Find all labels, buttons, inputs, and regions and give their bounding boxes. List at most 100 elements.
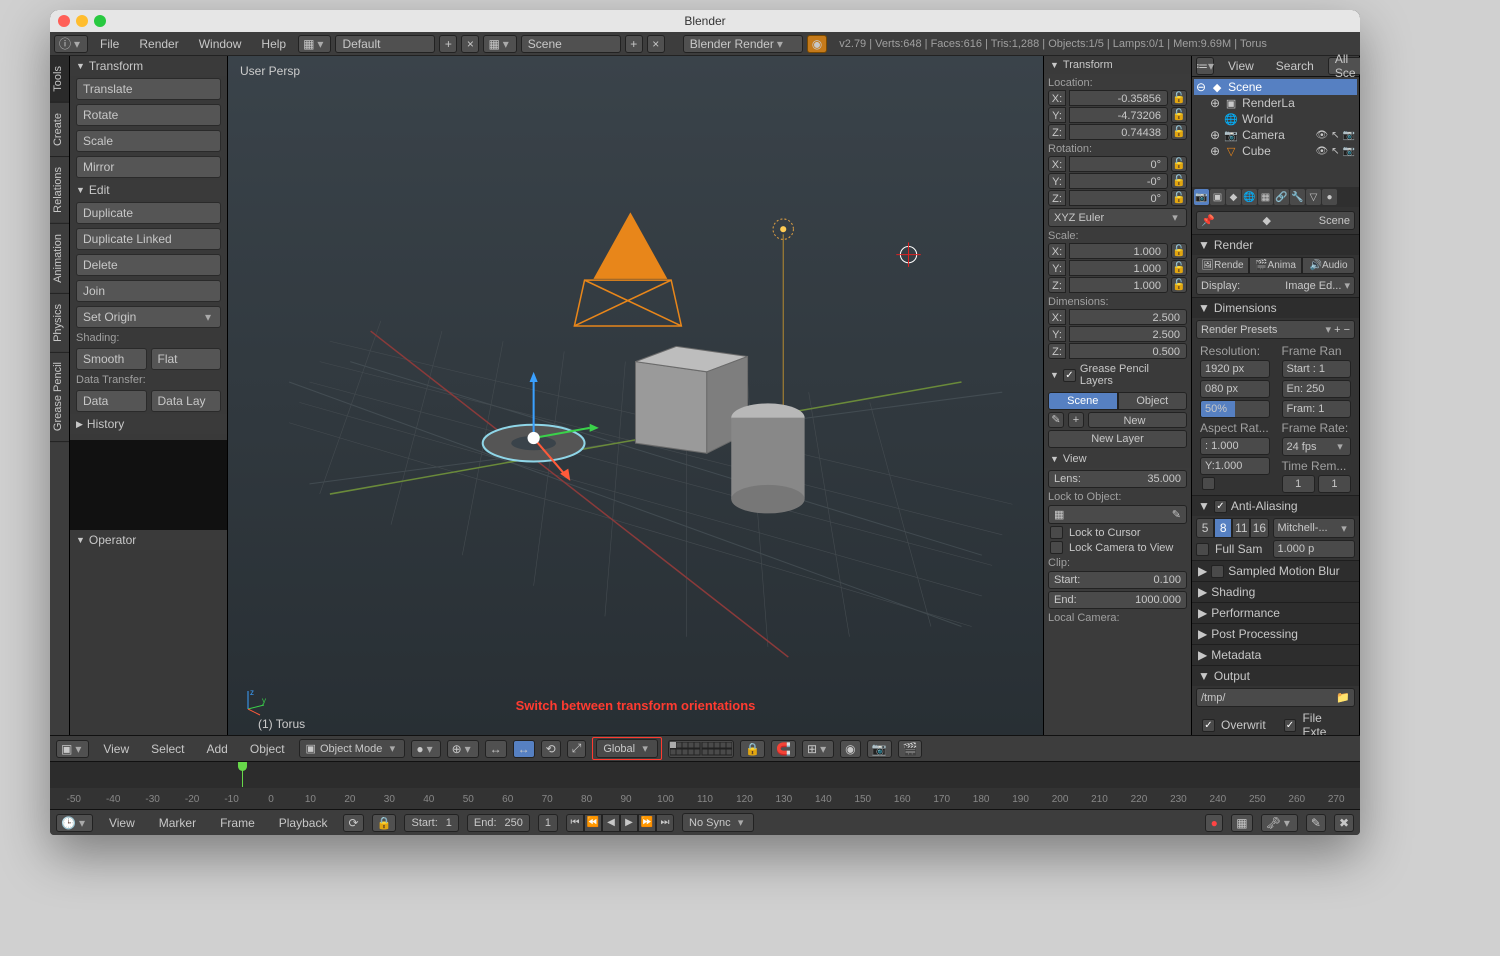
aa-5-button[interactable]: 5 — [1196, 518, 1214, 538]
section-performance[interactable]: ▶Performance — [1192, 602, 1359, 623]
tab-scene-icon[interactable]: ◆ — [1226, 189, 1241, 205]
translate-manipulator-icon[interactable]: ↔ — [513, 740, 535, 758]
view3d-add-menu[interactable]: Add — [199, 742, 236, 756]
section-dimensions[interactable]: ▼Dimensions — [1192, 297, 1359, 318]
aa-checkbox[interactable]: ✓ — [1214, 500, 1227, 513]
lock-icon[interactable]: 🔓 — [1171, 173, 1187, 189]
translate-button[interactable]: Translate — [76, 78, 221, 100]
keying-set-icon[interactable]: ▦ — [1231, 814, 1252, 832]
clip-end-field[interactable]: End:1000.000 — [1048, 591, 1187, 609]
rotation-mode-selector[interactable]: XYZ Euler▾ — [1048, 208, 1187, 227]
outliner-row-camera[interactable]: ⊕📷Camera👁↖📷 — [1194, 127, 1357, 143]
outliner-row-world[interactable]: 🌐World — [1194, 111, 1357, 127]
timeremap-old-field[interactable]: 1 — [1282, 475, 1315, 493]
keyframe-next-icon[interactable]: ⏩ — [638, 814, 656, 832]
pencil-icon[interactable]: ✎ — [1048, 412, 1064, 428]
sync-mode-selector[interactable]: No Sync▾ — [682, 813, 754, 832]
scene-delete-icon[interactable]: × — [647, 35, 665, 53]
auto-key-toggle-icon[interactable]: ● — [1205, 814, 1223, 832]
opengl-animation-icon[interactable]: 🎬 — [898, 740, 923, 758]
tab-renderlayers-icon[interactable]: ▣ — [1210, 189, 1225, 205]
cursor-icon[interactable]: ↖ — [1331, 130, 1339, 141]
frame-end-field[interactable]: End:250 — [467, 814, 530, 832]
tab-modifiers-icon[interactable]: 🔧 — [1290, 189, 1305, 205]
pivot-selector[interactable]: ⊕▾ — [447, 740, 479, 758]
full-sample-checkbox[interactable] — [1196, 543, 1209, 556]
animation-button[interactable]: 🎬Anima — [1249, 257, 1302, 274]
timeline-editor[interactable]: -50-40-30-20-100102030405060708090100110… — [50, 761, 1360, 809]
outliner-row-scene[interactable]: ⊖◆Scene — [1194, 79, 1357, 95]
lock-icon[interactable]: 🔓 — [1171, 260, 1187, 276]
render-icon[interactable]: 📷 — [1343, 130, 1355, 141]
scale-button[interactable]: Scale — [76, 130, 221, 152]
aa-8-button[interactable]: 8 — [1214, 518, 1232, 538]
layout-delete-icon[interactable]: × — [461, 35, 479, 53]
keying-set-selector[interactable]: 🗝▾ — [1261, 814, 1298, 832]
jump-end-icon[interactable]: ⏭ — [656, 814, 674, 832]
tab-object-icon[interactable]: ▦ — [1258, 189, 1273, 205]
loc-z-field[interactable]: 0.74438 — [1069, 124, 1168, 140]
res-x-field[interactable]: 1920 px — [1200, 360, 1270, 378]
lock-range-icon[interactable]: 🔒 — [372, 814, 397, 832]
cursor-icon[interactable]: ↖ — [1331, 146, 1339, 157]
lock-icon[interactable]: 🔓 — [1171, 124, 1187, 140]
section-shading[interactable]: ▶Shading — [1192, 581, 1359, 602]
duplicate-button[interactable]: Duplicate — [76, 202, 221, 224]
tab-material-icon[interactable]: ● — [1322, 189, 1337, 205]
layout-add-icon[interactable]: + — [439, 35, 457, 53]
lock-layers-icon[interactable]: 🔒 — [740, 740, 765, 758]
section-mblur[interactable]: ▶Sampled Motion Blur — [1192, 560, 1359, 581]
tab-render-icon[interactable]: 📷 — [1194, 189, 1209, 205]
pixel-filter-field[interactable]: 1.000 p — [1273, 540, 1356, 558]
loc-x-field[interactable]: -0.35856 — [1069, 90, 1168, 106]
gp-new-button[interactable]: New — [1088, 412, 1187, 428]
rot-x-field[interactable]: 0° — [1069, 156, 1168, 172]
vtab-relations[interactable]: Relations — [50, 157, 69, 224]
data-button[interactable]: Data — [76, 390, 147, 412]
add-icon[interactable]: + — [1068, 412, 1084, 428]
tab-data-icon[interactable]: ▽ — [1306, 189, 1321, 205]
tl-view-menu[interactable]: View — [101, 816, 143, 830]
eye-icon[interactable]: 👁 — [1315, 130, 1328, 141]
aa-16-button[interactable]: 16 — [1250, 518, 1268, 538]
frame-start-field[interactable]: Start:1 — [404, 814, 458, 832]
outliner-row-cube[interactable]: ⊕▽Cube👁↖📷 — [1194, 143, 1357, 159]
mblur-checkbox[interactable] — [1211, 565, 1224, 578]
pin-icon[interactable]: 📌 — [1201, 214, 1215, 227]
lock-icon[interactable]: 🔓 — [1171, 90, 1187, 106]
eye-icon[interactable]: 👁 — [1315, 146, 1328, 157]
rot-z-field[interactable]: 0° — [1069, 190, 1168, 206]
menu-window[interactable]: Window — [191, 37, 250, 51]
scene-field[interactable]: Scene — [521, 35, 621, 53]
transform-orientation-selector[interactable]: Global▾ — [596, 739, 658, 758]
rotate-button[interactable]: Rotate — [76, 104, 221, 126]
tl-frame-menu[interactable]: Frame — [212, 816, 263, 830]
scale-x-field[interactable]: 1.000 — [1069, 243, 1168, 259]
section-metadata[interactable]: ▶Metadata — [1192, 644, 1359, 665]
panel-edit[interactable]: ▼Edit — [70, 180, 227, 200]
tl-marker-menu[interactable]: Marker — [151, 816, 204, 830]
editor-type-icon[interactable]: ≔▾ — [1196, 57, 1214, 75]
screen-layout-field[interactable]: Default — [335, 35, 435, 53]
range-toggle-icon[interactable]: ⟳ — [343, 814, 363, 832]
3d-viewport[interactable]: User Persp — [228, 56, 1044, 735]
set-origin-button[interactable]: Set Origin▾ — [76, 306, 221, 328]
render-presets-selector[interactable]: Render Presets▾ + − — [1196, 320, 1355, 339]
dim-y-field[interactable]: 2.500 — [1069, 326, 1187, 342]
scene-add-icon[interactable]: + — [625, 35, 643, 53]
gp-scene-button[interactable]: Scene — [1048, 392, 1118, 410]
aspect-y-field[interactable]: Y:1.000 — [1200, 457, 1270, 475]
scale-y-field[interactable]: 1.000 — [1069, 260, 1168, 276]
npanel-transform[interactable]: ▼Transform — [1044, 56, 1191, 74]
layers-widget[interactable] — [668, 740, 734, 758]
render-engine-selector[interactable]: Blender Render▾ — [683, 35, 803, 53]
frame-start-field[interactable]: Start : 1 — [1282, 360, 1352, 378]
lock-icon[interactable]: 🔓 — [1171, 277, 1187, 293]
smooth-button[interactable]: Smooth — [76, 348, 147, 370]
frame-step-field[interactable]: Fram: 1 — [1282, 400, 1352, 418]
lock-object-field[interactable]: ▦✎ — [1048, 505, 1187, 524]
view3d-object-menu[interactable]: Object — [242, 742, 293, 756]
outliner-search-menu[interactable]: Search — [1268, 59, 1322, 73]
mirror-button[interactable]: Mirror — [76, 156, 221, 178]
view3d-view-menu[interactable]: View — [95, 742, 137, 756]
